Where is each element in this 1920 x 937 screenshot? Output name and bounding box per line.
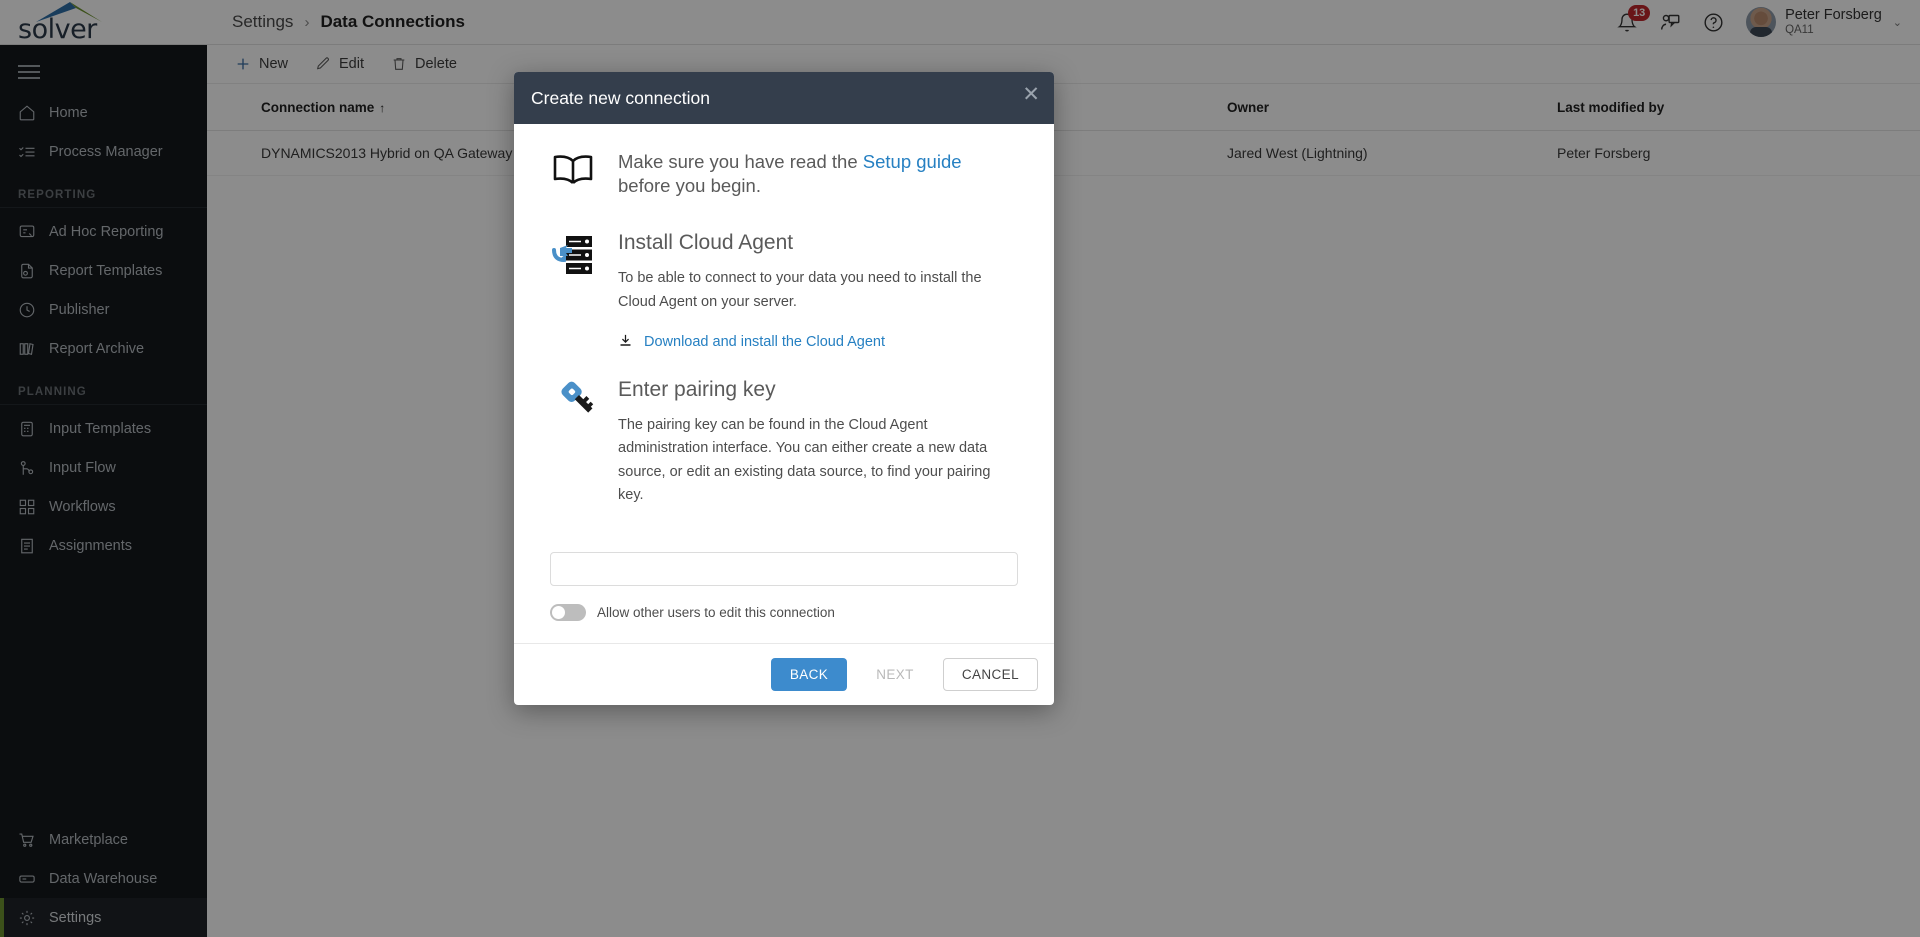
- next-button[interactable]: NEXT: [857, 658, 933, 691]
- download-link-label: Download and install the Cloud Agent: [644, 334, 885, 350]
- install-section-title: Install Cloud Agent: [618, 231, 1018, 255]
- setup-guide-link[interactable]: Setup guide: [863, 151, 962, 172]
- download-cloud-agent-link[interactable]: Download and install the Cloud Agent: [618, 333, 1018, 352]
- server-download-icon: [550, 231, 596, 351]
- toggle-knob: [552, 606, 565, 619]
- allow-edit-toggle-row: Allow other users to edit this connectio…: [550, 604, 1018, 621]
- setup-guide-row: Make sure you have read the Setup guide …: [550, 150, 1018, 197]
- dialog-body: Make sure you have read the Setup guide …: [514, 124, 1054, 643]
- create-connection-dialog: Create new connection ✕ Make sure you ha…: [514, 72, 1054, 705]
- install-cloud-agent-section: Install Cloud Agent To be able to connec…: [550, 231, 1018, 351]
- dialog-footer: BACK NEXT CANCEL: [514, 643, 1054, 705]
- key-icon: [550, 378, 596, 509]
- allow-edit-toggle-label: Allow other users to edit this connectio…: [597, 605, 835, 620]
- pairing-key-section: Enter pairing key The pairing key can be…: [550, 378, 1018, 509]
- dialog-title: Create new connection: [531, 88, 710, 109]
- open-book-icon: [550, 150, 596, 197]
- lead-suffix: before you begin.: [618, 175, 761, 196]
- pairing-section-title: Enter pairing key: [618, 378, 1018, 402]
- setup-guide-text: Make sure you have read the Setup guide …: [618, 150, 1018, 197]
- cancel-button[interactable]: CANCEL: [943, 658, 1038, 691]
- allow-edit-toggle[interactable]: [550, 604, 586, 621]
- download-icon: [618, 333, 633, 352]
- app-root: solver Settings › Data Connections 13: [0, 0, 1920, 937]
- close-icon[interactable]: ✕: [1022, 84, 1040, 105]
- back-button[interactable]: BACK: [771, 658, 847, 691]
- lead-prefix: Make sure you have read the: [618, 151, 863, 172]
- install-section-body: To be able to connect to your data you n…: [618, 267, 1018, 314]
- pairing-section-body: The pairing key can be found in the Clou…: [618, 414, 1018, 509]
- dialog-header: Create new connection ✕: [514, 72, 1054, 124]
- pairing-key-input[interactable]: [550, 552, 1018, 586]
